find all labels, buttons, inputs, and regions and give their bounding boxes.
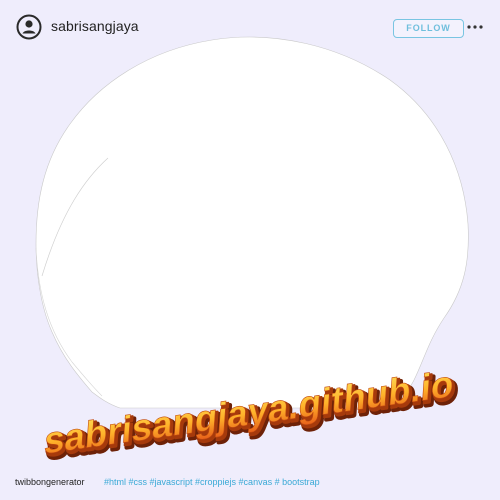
footer-username[interactable]: twibbongenerator	[15, 477, 85, 487]
hashtag-list[interactable]: #html #css #javascript #croppiejs #canva…	[104, 477, 320, 487]
twibbon-post: sabrisangjaya FOLLOW sabrisangjaya.githu…	[0, 0, 500, 500]
user-circle-icon[interactable]	[16, 14, 42, 40]
header-username[interactable]: sabrisangjaya	[51, 18, 139, 34]
post-header: sabrisangjaya FOLLOW	[0, 0, 500, 56]
ellipsis-icon[interactable]	[466, 20, 484, 34]
silhouette-shape	[35, 36, 469, 409]
follow-button[interactable]: FOLLOW	[393, 19, 464, 38]
twibbon-frame-silhouette	[35, 36, 469, 409]
